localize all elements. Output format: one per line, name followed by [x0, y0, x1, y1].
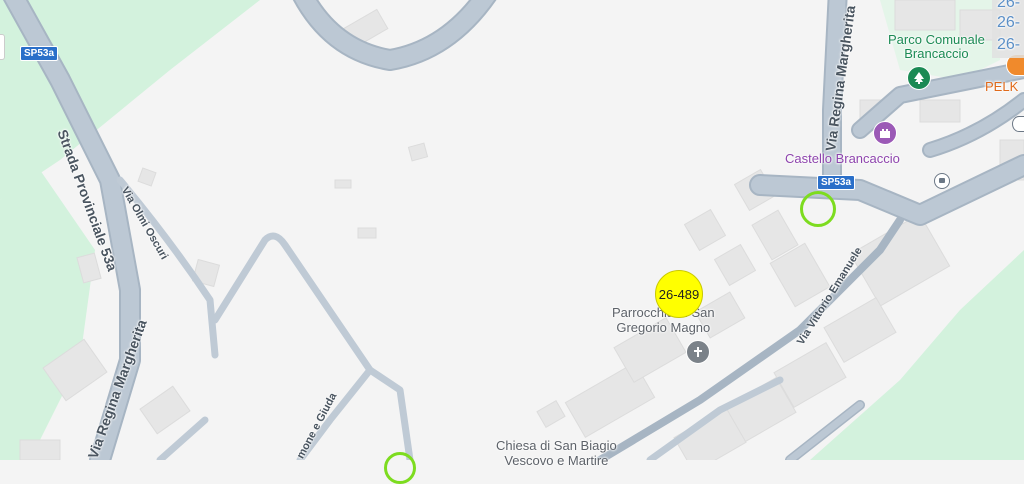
poi-chiesa-line2: Vescovo e Martire [504, 453, 609, 468]
road-shield-sp53a-right: SP53a [817, 175, 856, 190]
cluster-label-1[interactable]: 26- [997, 0, 1020, 12]
cluster-label-2[interactable]: 26- [997, 14, 1020, 32]
map-edge-tab[interactable] [0, 34, 5, 60]
tree-icon[interactable] [907, 66, 931, 90]
castle-icon[interactable] [873, 121, 897, 145]
marker-yellow-26-489[interactable]: 26-489 [655, 270, 703, 318]
church-cross-icon[interactable] [686, 340, 710, 364]
poi-parco-line2: Brancaccio [904, 46, 969, 61]
poi-parco-line1: Parco Comunale [888, 32, 985, 47]
poi-castello-brancaccio[interactable]: Castello Brancaccio [785, 151, 900, 166]
poi-parco-comunale[interactable]: Parco Comunale Brancaccio [888, 33, 985, 61]
marker-green-ring-2[interactable] [384, 452, 416, 484]
poi-chiesa-san-biagio[interactable]: Chiesa di San Biagio Vescovo e Martire [496, 438, 617, 468]
poi-pelk[interactable]: PELK [985, 79, 1018, 94]
marker-green-ring-1[interactable] [800, 191, 836, 227]
poi-chiesa-line1: Chiesa di San Biagio [496, 438, 617, 453]
cluster-label-3[interactable]: 26- [997, 36, 1020, 54]
road-shield-sp53a-left: SP53a [20, 46, 59, 61]
bus-stop-icon[interactable] [934, 173, 950, 189]
bus-stop-icon-2[interactable] [1012, 116, 1024, 132]
poi-parrocchia-line2: Gregorio Magno [616, 320, 711, 335]
